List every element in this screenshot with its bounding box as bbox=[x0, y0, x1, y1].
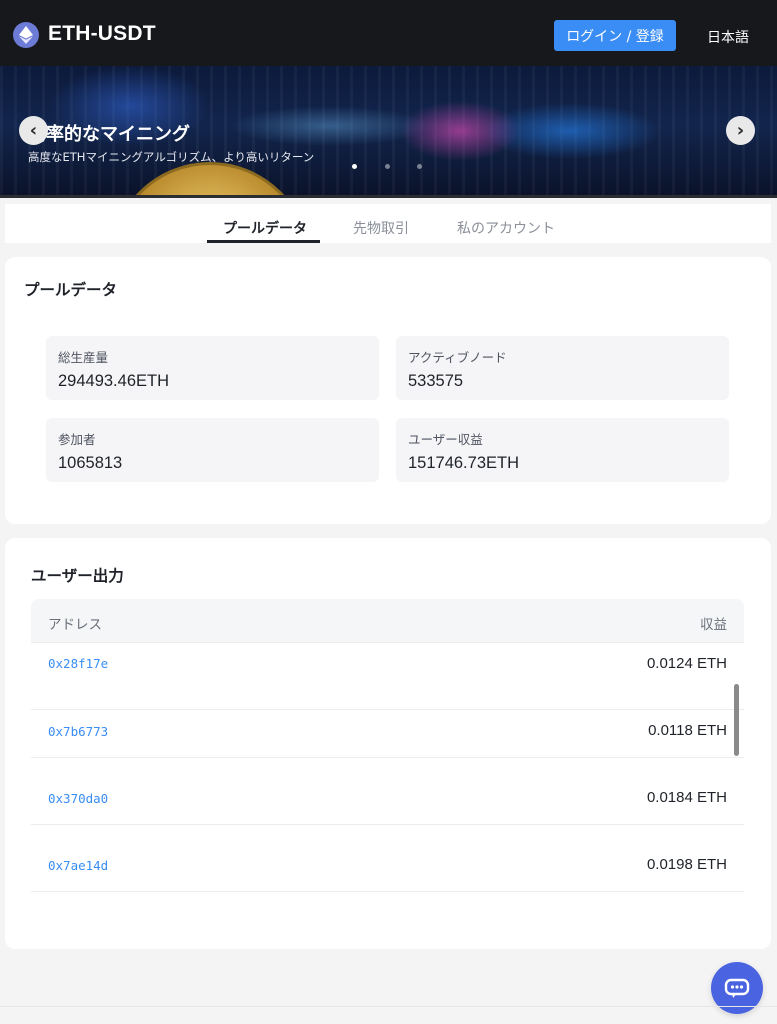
tab-pool-data[interactable]: プールデータ bbox=[223, 218, 307, 238]
stat-label: 総生産量 bbox=[58, 350, 109, 365]
ethereum-icon[interactable] bbox=[13, 22, 39, 48]
bottom-divider bbox=[0, 1006, 777, 1007]
ethereum-logo-shape bbox=[19, 26, 33, 44]
tab-futures-trading[interactable]: 先物取引 bbox=[353, 218, 409, 238]
chat-bubble-icon bbox=[724, 978, 750, 998]
chevron-left-icon[interactable]: ‹ bbox=[19, 116, 48, 145]
stat-value: 151746.73ETH bbox=[408, 454, 519, 472]
carousel-dot-2[interactable] bbox=[385, 164, 390, 169]
stat-label: アクティブノード bbox=[408, 350, 507, 365]
chevron-right-icon[interactable]: › bbox=[726, 116, 755, 145]
table-header: アドレス 収益 bbox=[31, 599, 744, 643]
stat-total-production: 総生産量 294493.46ETH bbox=[46, 336, 379, 400]
amount-value: 0.0198 ETH bbox=[646, 856, 727, 873]
column-header-address: アドレス bbox=[48, 617, 102, 633]
banner-title: 効率的なマイニング bbox=[28, 124, 190, 145]
top-header: ETH-USDT ログイン / 登録 日本語 bbox=[0, 0, 777, 66]
table-row: 0x370da0 0.0184 ETH bbox=[31, 758, 744, 825]
tab-my-account[interactable]: 私のアカウント bbox=[457, 218, 555, 238]
pool-data-title: プールデータ bbox=[24, 281, 118, 299]
tab-bar: プールデータ 先物取引 私のアカウント bbox=[5, 204, 771, 243]
banner-divider bbox=[0, 195, 777, 198]
stat-value: 1065813 bbox=[58, 454, 123, 472]
bitcoin-coin-image bbox=[110, 162, 310, 198]
brand-name[interactable]: ETH-USDT bbox=[48, 22, 156, 46]
address-link[interactable]: 0x7ae14d bbox=[48, 858, 108, 873]
stat-value: 294493.46ETH bbox=[58, 372, 169, 390]
amount-value: 0.0118 ETH bbox=[648, 722, 727, 739]
banner-subtitle: 高度なETHマイニングアルゴリズム、より高いリターン bbox=[28, 150, 315, 164]
table-row: 0x7b6773 0.0118 ETH bbox=[31, 691, 744, 758]
amount-value: 0.0124 ETH bbox=[646, 655, 727, 672]
address-link[interactable]: 0x7b6773 bbox=[48, 724, 108, 739]
stat-label: 参加者 bbox=[58, 432, 96, 447]
active-tab-indicator bbox=[207, 240, 320, 243]
language-selector[interactable]: 日本語 bbox=[707, 27, 749, 47]
user-output-title: ユーザー出力 bbox=[31, 567, 124, 585]
address-link[interactable]: 0x370da0 bbox=[48, 791, 108, 806]
stat-value: 533575 bbox=[408, 372, 464, 390]
stat-participants: 参加者 1065813 bbox=[46, 418, 379, 482]
column-header-profit: 収益 bbox=[700, 617, 727, 633]
address-link[interactable]: 0x28f17e bbox=[48, 656, 108, 671]
carousel-dot-3[interactable] bbox=[417, 164, 422, 169]
stat-active-nodes: アクティブノード 533575 bbox=[396, 336, 729, 400]
login-register-button[interactable]: ログイン / 登録 bbox=[554, 20, 676, 51]
pool-data-card: プールデータ 総生産量 294493.46ETH アクティブノード 533575… bbox=[5, 257, 771, 524]
stat-label: ユーザー収益 bbox=[408, 432, 483, 447]
carousel-dot-1[interactable] bbox=[352, 164, 357, 169]
table-scrollbar[interactable] bbox=[734, 684, 739, 756]
amount-value: 0.0184 ETH bbox=[646, 789, 727, 806]
stat-user-earnings: ユーザー収益 151746.73ETH bbox=[396, 418, 729, 482]
table-row: 0x7ae14d 0.0198 ETH bbox=[31, 825, 744, 892]
